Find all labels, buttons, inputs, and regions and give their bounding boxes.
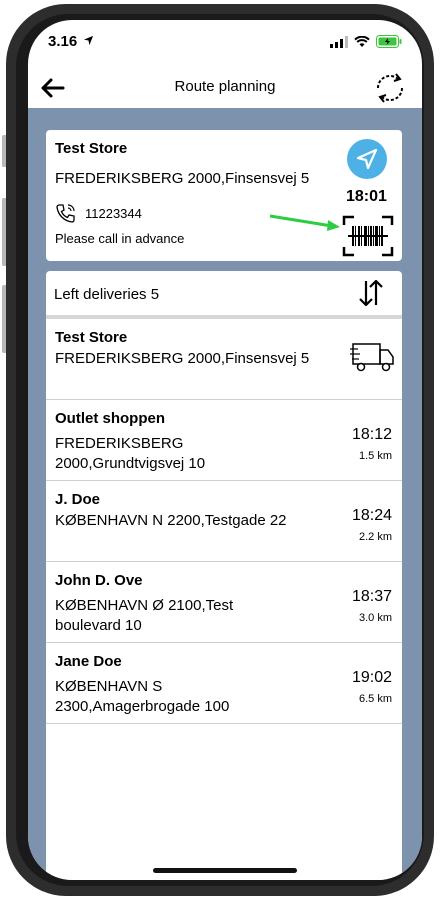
- current-stop-note: Please call in advance: [55, 231, 185, 246]
- stop-distance: 3.0 km: [358, 612, 392, 624]
- deliveries-list: Left deliveries 5 Test Store FREDERIKSBE…: [46, 271, 402, 880]
- stop-time: 18:37: [351, 588, 392, 605]
- signal-icon: [330, 35, 348, 48]
- page-title: Route planning: [174, 78, 276, 95]
- phone-number: 11223344: [85, 205, 142, 221]
- sort-button[interactable]: [355, 278, 387, 308]
- current-stop-name: Test Store: [55, 140, 128, 157]
- current-stop-address: FREDERIKSBERG 2000,Finsensvej 5: [55, 170, 310, 187]
- refresh-button[interactable]: [370, 68, 410, 108]
- barcode-scanner-icon: [342, 215, 394, 257]
- status-bar: 3.16: [28, 30, 422, 56]
- current-stop-eta: 18:01: [346, 188, 387, 205]
- stop-distance: 1.5 km: [358, 450, 392, 462]
- status-time: 3.16: [48, 33, 94, 50]
- stop-name: Jane Doe: [55, 653, 122, 670]
- stop-name: John D. Ove: [55, 572, 143, 589]
- location-arrow-icon: [84, 35, 94, 46]
- status-icons: [330, 35, 402, 48]
- stop-time: 19:02: [351, 669, 392, 686]
- list-item[interactable]: Jane Doe KØBENHAVN S 2300,Amagerbrogade …: [46, 643, 402, 724]
- app-header: Route planning: [28, 68, 422, 108]
- stop-time: 18:12: [351, 426, 392, 443]
- battery-icon: [376, 35, 402, 48]
- deliveries-list-header: Left deliveries 5: [46, 271, 402, 315]
- phone-screen: 3.16 Route planning Test Store FREDERIKS…: [28, 20, 422, 880]
- stop-address: KØBENHAVN S 2300,Amagerbrogade 100: [55, 678, 230, 715]
- list-item[interactable]: Outlet shoppen FREDERIKSBERG 2000,Grundt…: [46, 400, 402, 481]
- sort-icon: [359, 279, 383, 307]
- list-item[interactable]: John D. Ove KØBENHAVN Ø 2100,Test boulev…: [46, 562, 402, 643]
- barcode-scan-button[interactable]: [342, 215, 394, 257]
- truck-icon: [350, 341, 396, 375]
- stop-name: Outlet shoppen: [55, 410, 165, 427]
- stop-distance: 6.5 km: [358, 693, 392, 705]
- stop-address: KØBENHAVN N 2200,Testgade 22: [55, 512, 287, 529]
- current-stop-phone[interactable]: 11223344: [55, 202, 142, 224]
- stop-address: FREDERIKSBERG 2000,Finsensvej 5: [55, 350, 310, 367]
- stop-name: J. Doe: [55, 491, 101, 508]
- wifi-icon: [354, 35, 370, 47]
- navigate-button[interactable]: [347, 139, 387, 179]
- stop-address: KØBENHAVN Ø 2100,Test boulevard 10: [55, 597, 234, 634]
- stop-time: 18:24: [351, 507, 392, 524]
- current-stop-card[interactable]: Test Store FREDERIKSBERG 2000,Finsensvej…: [46, 130, 402, 261]
- stop-address: FREDERIKSBERG 2000,Grundtvigsvej 10: [55, 435, 206, 472]
- home-indicator: [153, 868, 297, 873]
- stop-distance: 2.2 km: [358, 531, 392, 543]
- list-item[interactable]: Test Store FREDERIKSBERG 2000,Finsensvej…: [46, 319, 402, 400]
- stop-name: Test Store: [55, 329, 128, 346]
- main-content: Test Store FREDERIKSBERG 2000,Finsensvej…: [28, 108, 422, 880]
- refresh-icon: [376, 73, 404, 103]
- list-item[interactable]: J. Doe KØBENHAVN N 2200,Testgade 22 18:2…: [46, 481, 402, 562]
- left-deliveries-label: Left deliveries 5: [54, 286, 160, 303]
- annotation-arrow-icon: [269, 214, 340, 231]
- phone-icon: [56, 204, 75, 223]
- navigation-icon: [356, 148, 378, 170]
